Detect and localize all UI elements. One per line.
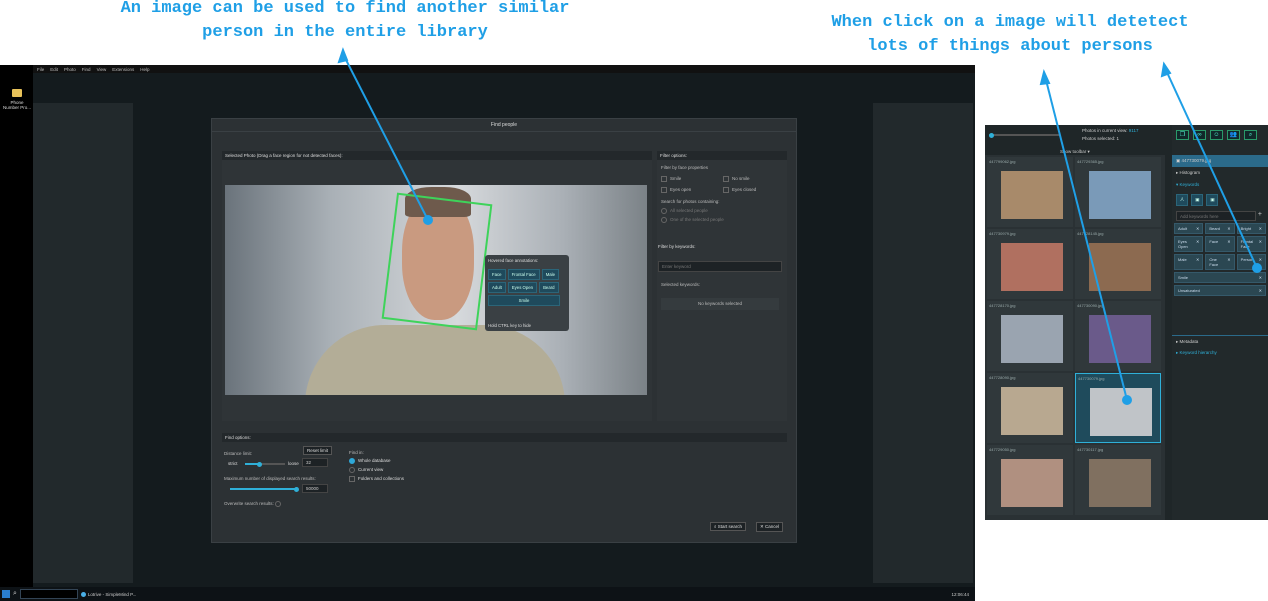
arrow-line [1044, 75, 1128, 401]
arrow-dot [423, 215, 433, 225]
arrow-overlay [337, 47, 1262, 405]
arrow-head [1039, 68, 1051, 86]
arrow-head [337, 47, 349, 64]
arrow-dot [1252, 263, 1262, 273]
arrow-dot [1122, 395, 1132, 405]
arrow-head [1160, 61, 1172, 78]
arrow-line [342, 53, 429, 221]
arrow-line [1164, 67, 1258, 269]
